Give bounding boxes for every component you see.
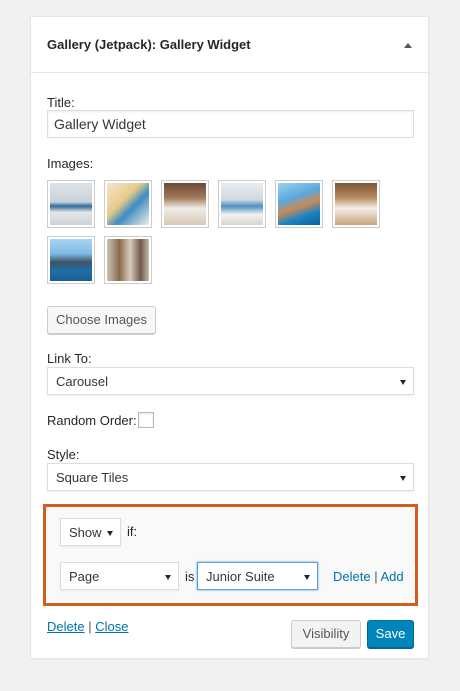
style-label: Style: xyxy=(47,447,80,462)
widget-control-links: Delete | Close xyxy=(47,619,128,634)
link-to-label: Link To: xyxy=(47,351,92,366)
rule-minor-select[interactable]: Junior Suite xyxy=(197,562,318,590)
if-label: if: xyxy=(127,524,138,539)
gallery-thumbnail[interactable] xyxy=(275,180,323,228)
save-button[interactable]: Save xyxy=(367,620,414,648)
visibility-rules-panel: Show if: Page is Junior Suite Delete | A… xyxy=(43,504,418,606)
style-select[interactable]: Square Tiles xyxy=(47,463,414,491)
separator: | xyxy=(88,619,92,634)
gallery-thumbnail[interactable] xyxy=(332,180,380,228)
gallery-thumbnail[interactable] xyxy=(104,180,152,228)
chevron-down-icon xyxy=(165,575,171,580)
random-order-label: Random Order: xyxy=(47,413,137,428)
show-hide-select[interactable]: Show xyxy=(60,518,121,546)
choose-images-button[interactable]: Choose Images xyxy=(47,306,156,334)
random-order-checkbox[interactable] xyxy=(138,412,154,428)
gallery-widget-panel: Gallery (Jetpack): Gallery Widget Title:… xyxy=(30,16,429,659)
widget-header[interactable]: Gallery (Jetpack): Gallery Widget xyxy=(31,17,428,73)
image-thumbnail xyxy=(107,239,149,281)
image-thumbnail xyxy=(50,183,92,225)
gallery-thumbnail[interactable] xyxy=(47,180,95,228)
visibility-button[interactable]: Visibility xyxy=(291,620,361,648)
gallery-thumbnail[interactable] xyxy=(161,180,209,228)
rule-major-select[interactable]: Page xyxy=(60,562,179,590)
rule-actions: Delete | Add xyxy=(333,569,404,584)
separator: | xyxy=(374,569,378,584)
widget-title: Gallery (Jetpack): Gallery Widget xyxy=(47,37,251,52)
style-value: Square Tiles xyxy=(56,470,129,485)
chevron-down-icon xyxy=(107,531,113,536)
image-thumbnail xyxy=(50,239,92,281)
gallery-thumbnail[interactable] xyxy=(104,236,152,284)
is-label: is xyxy=(185,569,195,584)
title-label: Title: xyxy=(47,95,75,110)
images-label: Images: xyxy=(47,156,94,171)
chevron-down-icon xyxy=(304,575,310,580)
collapse-arrow-icon[interactable] xyxy=(404,43,412,48)
gallery-thumbnail[interactable] xyxy=(218,180,266,228)
image-thumbnail xyxy=(221,183,263,225)
image-thumbnail xyxy=(107,183,149,225)
gallery-thumbnail[interactable] xyxy=(47,236,95,284)
delete-widget-link[interactable]: Delete xyxy=(47,619,85,634)
rule-major-value: Page xyxy=(69,569,100,584)
link-to-select[interactable]: Carousel xyxy=(47,367,414,395)
add-rule-link[interactable]: Add xyxy=(381,569,404,584)
show-hide-value: Show xyxy=(69,525,102,540)
rule-minor-value: Junior Suite xyxy=(206,569,275,584)
delete-rule-link[interactable]: Delete xyxy=(333,569,371,584)
image-thumbnail xyxy=(335,183,377,225)
chevron-down-icon xyxy=(400,380,406,385)
close-widget-link[interactable]: Close xyxy=(95,619,128,634)
image-thumbnail xyxy=(278,183,320,225)
image-thumbnail xyxy=(164,183,206,225)
chevron-down-icon xyxy=(400,476,406,481)
link-to-value: Carousel xyxy=(56,374,109,389)
title-input[interactable] xyxy=(47,110,414,138)
